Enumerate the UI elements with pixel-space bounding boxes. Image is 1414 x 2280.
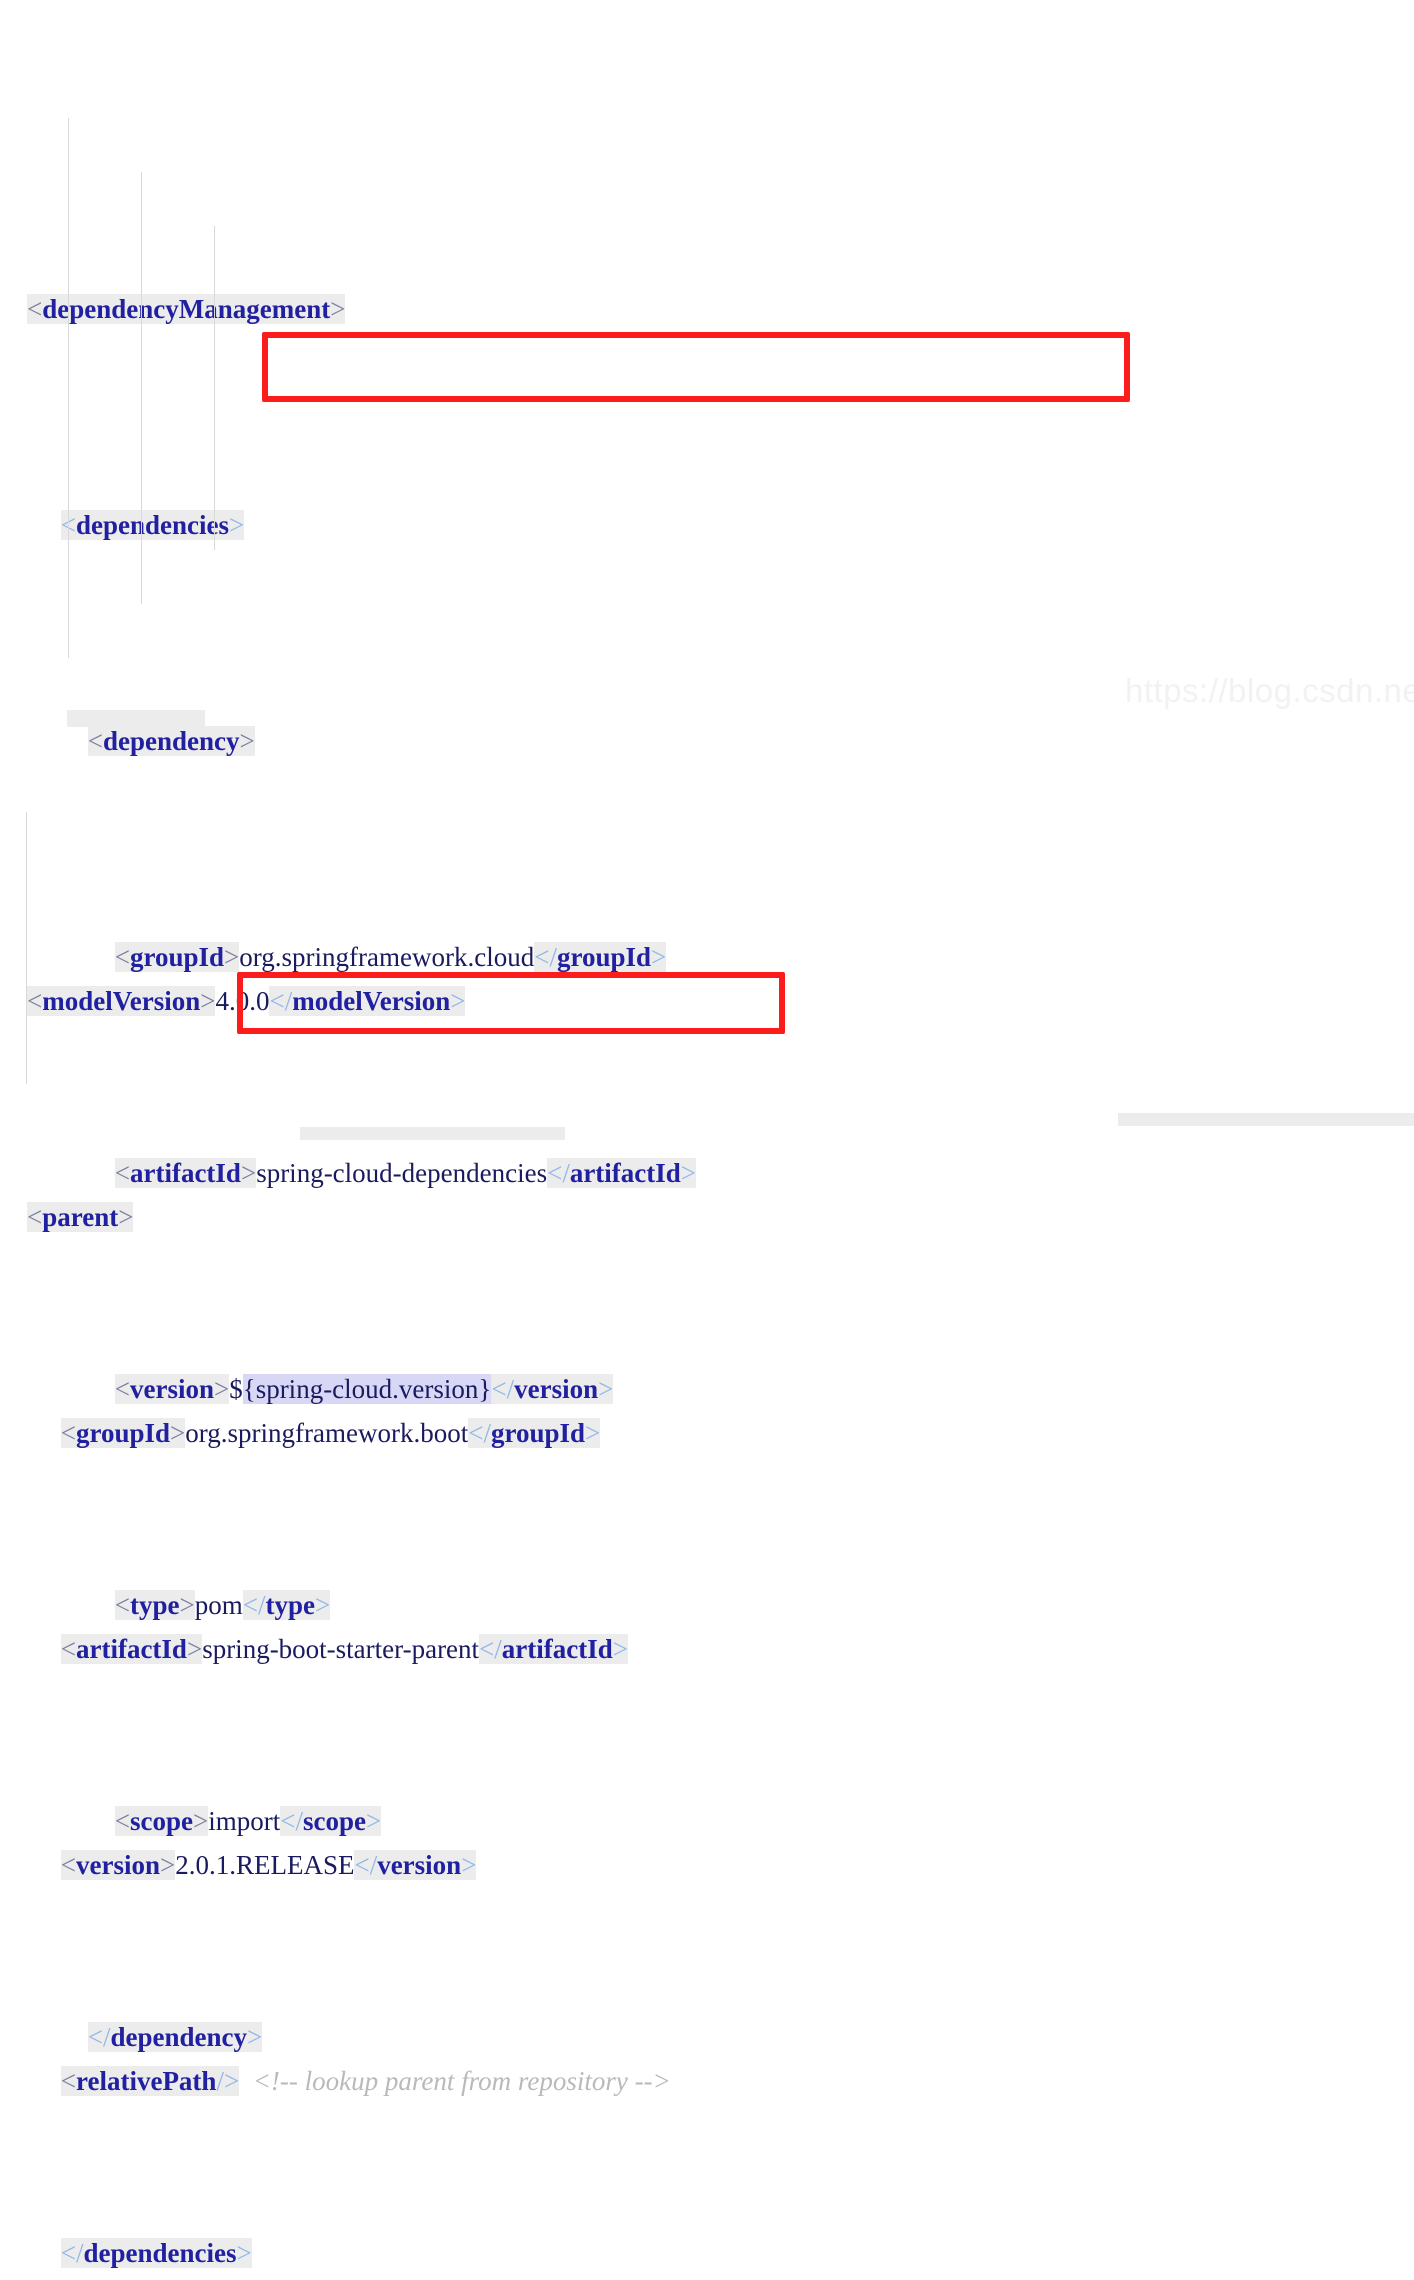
- code-line[interactable]: <parent>: [0, 1136, 671, 1232]
- tag-name: groupId: [75, 1418, 171, 1448]
- csdn-watermark: https://blog.csdn.net/: [1125, 672, 1414, 709]
- tag-name: dependency: [102, 726, 240, 756]
- annotation-box-boot-version: [237, 972, 785, 1034]
- indent-guide-line: [68, 118, 69, 658]
- tag-name: artifactId: [75, 1634, 187, 1664]
- tag-name: modelVersion: [42, 986, 201, 1016]
- code-line[interactable]: <dependencies>: [0, 444, 696, 552]
- tag-value: org.springframework.boot: [185, 1418, 469, 1448]
- code-line[interactable]: <dependencyManagement>: [0, 228, 696, 324]
- code-line[interactable]: <modelVersion>4.0.0</modelVersion>: [0, 920, 671, 1016]
- tag-name: version: [75, 1850, 160, 1880]
- tag-name: dependencies: [75, 510, 229, 540]
- closing-tag-name: version: [377, 1850, 462, 1880]
- code-line[interactable]: <dependency>: [0, 660, 696, 768]
- tag-name: relativePath: [75, 2066, 217, 2096]
- code-line[interactable]: </parent>: [0, 2216, 671, 2270]
- tag-value: spring-boot-starter-parent: [202, 1634, 480, 1664]
- annotation-box-spring-cloud-version: [262, 332, 1130, 402]
- code-fragment-block: [300, 1127, 565, 1140]
- closing-tag-name: artifactId: [501, 1634, 613, 1664]
- code-fragment-block: [1118, 1113, 1414, 1126]
- closing-tag-name: groupId: [490, 1418, 586, 1448]
- code-line-relative-path[interactable]: <relativePath/> <!-- lookup parent from …: [0, 2000, 671, 2108]
- code-fragment-block: [67, 710, 205, 727]
- xml-comment: <!-- lookup parent from repository -->: [252, 2066, 671, 2096]
- code-line[interactable]: <artifactId>spring-boot-starter-parent</…: [0, 1568, 671, 1676]
- tag-name: parent: [42, 1202, 119, 1232]
- indent-guide-line: [214, 226, 215, 550]
- code-line-parent-version[interactable]: <version>2.0.1.RELEASE</version>: [0, 1784, 671, 1892]
- indent-guide-line: [141, 172, 142, 604]
- code-line[interactable]: <groupId>org.springframework.boot</group…: [0, 1352, 671, 1460]
- tag-value: 2.0.1.RELEASE: [175, 1850, 355, 1880]
- indent-guide-line: [26, 812, 27, 1084]
- tag-name: dependencyManagement: [42, 294, 331, 324]
